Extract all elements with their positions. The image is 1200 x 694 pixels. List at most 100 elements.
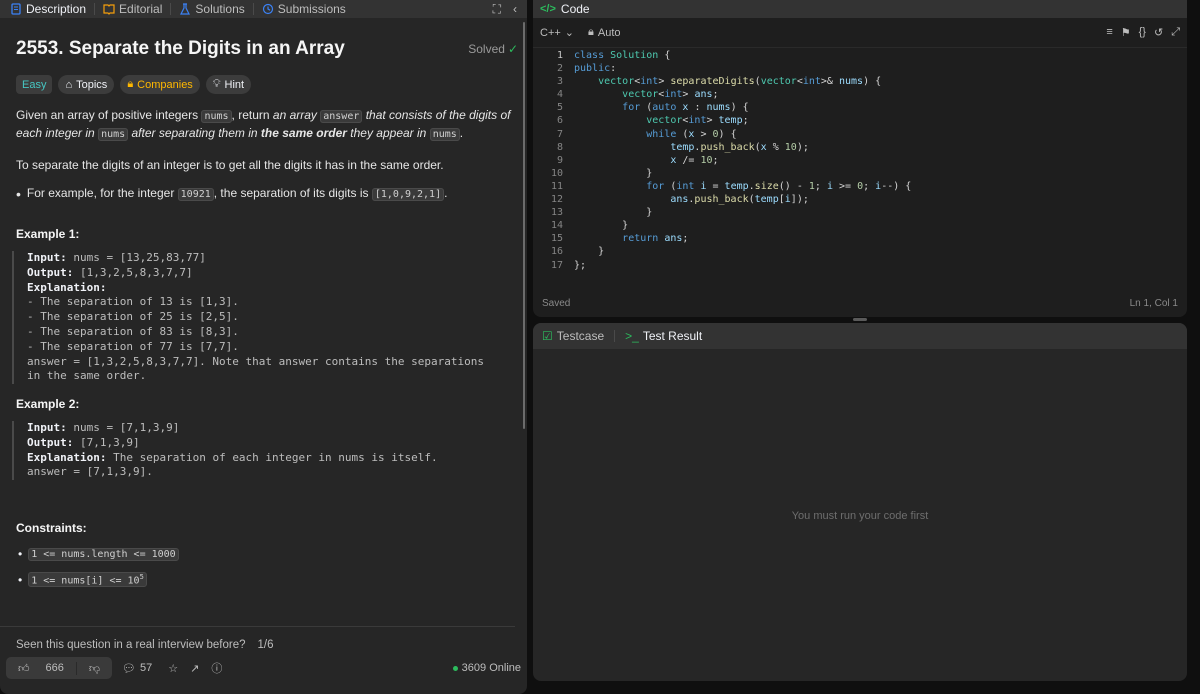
share-button[interactable]: ↗ (190, 662, 199, 675)
companies-label: Companies (137, 78, 193, 91)
auto-label: Auto (597, 26, 621, 39)
code-line: 4 vector<int> ans; (533, 89, 1187, 102)
like-count: 666 (45, 662, 64, 674)
line-number: 12 (550, 194, 563, 206)
favorite-button[interactable]: ☆ (168, 662, 178, 675)
line-number: 11 (550, 180, 563, 192)
difficulty-badge: Easy (16, 75, 53, 94)
problem-description: 2553. Separate the Digits in an Array So… (16, 38, 518, 203)
inline-code: 10921 (177, 188, 214, 201)
inline-code: [1,0,9,2,1] (371, 188, 445, 201)
auto-mode-toggle[interactable]: 🔒︎ Auto (588, 26, 621, 39)
check-circle-icon: ✓ (507, 42, 518, 56)
run-code-message: You must run your code first (791, 510, 929, 522)
solved-label: Solved (468, 42, 505, 56)
statement-bold: the same order (260, 126, 347, 140)
save-status: Saved (542, 298, 571, 309)
problem-badges: Easy ⌂ Topics 🔒︎ Companies 💡︎ Hint (16, 75, 518, 94)
tab-test-result[interactable]: >_ Test Result (625, 329, 702, 343)
help-button[interactable]: ⓘ (211, 660, 222, 676)
thumbs-down-icon: 👎︎ (88, 662, 101, 675)
lightbulb-icon: 💡︎ (212, 78, 221, 90)
explanation-text: - The separation of 13 is [1,3]. - The s… (27, 295, 484, 383)
lock-icon: 🔒︎ (127, 78, 134, 90)
cursor-position: Ln 1, Col 1 (1129, 298, 1178, 309)
editor-status-bar: Saved Ln 1, Col 1 (533, 298, 1187, 309)
code-line: 13 } (533, 207, 1187, 220)
code-tab-label[interactable]: Code (561, 2, 590, 16)
topics-label: Topics (76, 78, 108, 91)
output-value: [7,1,3,9] (73, 435, 140, 449)
code-line: 3 vector<int> separateDigits(vector<int>… (533, 76, 1187, 89)
code-icon: </> (540, 3, 556, 15)
bookmark-icon[interactable]: ⚑ (1121, 26, 1131, 39)
line-number: 2 (556, 63, 563, 75)
constraint-item: • 1 <= nums.length <= 1000 (18, 547, 179, 561)
format-icon[interactable]: ≡ (1106, 26, 1112, 39)
comment-count: 57 (140, 662, 153, 674)
input-value: nums = [7,1,3,9] (66, 421, 180, 434)
line-number: 14 (550, 220, 563, 232)
tab-description[interactable]: Description (6, 0, 90, 18)
interview-question[interactable]: Seen this question in a real interview b… (16, 639, 246, 651)
history-icon (262, 3, 273, 15)
inline-code: nums (429, 128, 460, 141)
expand-icon[interactable]: ⛶ (493, 2, 501, 17)
code-tab-bar: </> Code (533, 0, 1187, 18)
tab-testcase[interactable]: ☑ Testcase (542, 329, 604, 343)
line-number: 1 (556, 50, 563, 61)
tab-submissions[interactable]: Submissions (258, 0, 350, 18)
definition-paragraph: To separate the digits of an integer is … (16, 158, 444, 172)
share-icon: ↗ (190, 662, 200, 675)
line-number: 9 (556, 154, 563, 166)
input-label: Input: (27, 421, 67, 434)
line-number: 13 (550, 207, 563, 219)
output-label: Output: (27, 435, 74, 449)
test-tab-bar: ☑ Testcase >_ Test Result (533, 323, 1187, 349)
constraints-heading: Constraints: (16, 521, 87, 535)
description-scrollbar[interactable] (523, 22, 525, 429)
tab-editorial-label: Editorial (119, 2, 163, 16)
fullscreen-icon[interactable]: ⤢ (1171, 26, 1180, 39)
code-line: 6 vector<int> temp; (533, 115, 1187, 128)
tab-editorial[interactable]: Editorial (99, 0, 166, 18)
comment-icon: 💬︎ (122, 662, 136, 675)
dislike-button[interactable]: 👎︎ (75, 661, 112, 675)
braces-icon[interactable]: {} (1139, 26, 1146, 39)
like-button[interactable]: 👍︎ 666 (6, 662, 76, 675)
line-number: 15 (550, 233, 563, 245)
terminal-icon: >_ (625, 329, 639, 343)
constraint-item: • 1 <= nums[i] <= 105 (18, 572, 147, 588)
collapse-chevron-icon[interactable]: ‹ (513, 2, 517, 17)
code-line: 17}; (533, 260, 1187, 273)
constraint-code: 1 <= nums.length <= 1000 (28, 547, 179, 561)
line-number: 10 (550, 167, 563, 179)
tab-divider (252, 3, 254, 15)
online-indicator: 3609 Online (452, 662, 521, 674)
tab-description-label: Description (26, 2, 87, 16)
code-line: 16 } (533, 246, 1187, 259)
reset-icon[interactable]: ↺ (1154, 26, 1163, 39)
hint-button[interactable]: 💡︎ Hint (205, 75, 252, 94)
code-line: 2 public: (533, 63, 1187, 76)
problem-title[interactable]: 2553. Separate the Digits in an Array (16, 38, 345, 60)
example-1-heading: Example 1: (16, 227, 80, 241)
topics-button[interactable]: ⌂ Topics (58, 75, 115, 94)
companies-button[interactable]: 🔒︎ Companies (120, 75, 200, 94)
line-number: 4 (556, 89, 563, 101)
hint-label: Hint (224, 78, 245, 91)
tab-solutions[interactable]: Solutions (175, 0, 248, 18)
statement-text: after separating them in (128, 126, 261, 140)
line-number: 16 (550, 246, 563, 258)
code-line: 8 temp.push_back(x % 10); (533, 142, 1187, 155)
language-select[interactable]: C++ ⌄ (540, 26, 574, 40)
comments-button[interactable]: 💬︎ 57 (122, 662, 152, 675)
interview-prompt: Seen this question in a real interview b… (0, 626, 515, 651)
panel-resize-handle[interactable] (853, 318, 867, 321)
code-line: 11 for (int i = temp.size() - 1; i >= 0;… (533, 181, 1187, 194)
code-editor[interactable]: 1 class Solution { 2 public: 3 vector<int>… (533, 50, 1187, 273)
vote-group: 👍︎ 666 👎︎ (6, 657, 113, 679)
explanation-label: Explanation: (27, 450, 107, 464)
input-label: Input: (27, 251, 67, 264)
line-number: 5 (556, 102, 563, 114)
